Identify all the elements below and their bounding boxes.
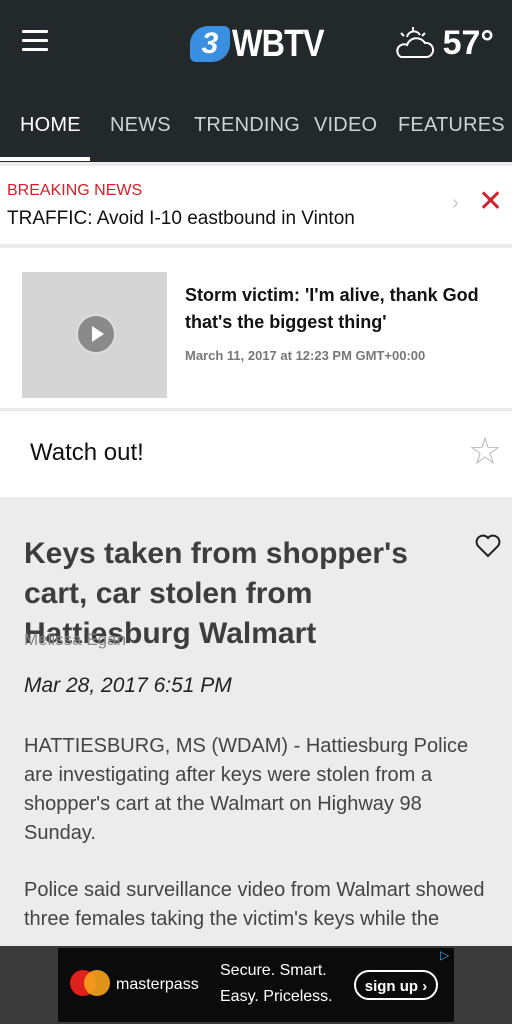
watch-out-bar: Watch out! ☆ xyxy=(0,410,512,497)
adchoices-icon[interactable]: ▷ xyxy=(440,948,456,964)
ad-tagline: Easy. Priceless. xyxy=(220,988,333,1005)
ad-banner[interactable]: masterpass Secure. Smart. Easy. Priceles… xyxy=(0,946,512,1024)
nav-tabs: HOME NEWS TRENDING VIDEO FEATURES xyxy=(0,100,512,162)
ad-content[interactable]: masterpass Secure. Smart. Easy. Priceles… xyxy=(58,948,454,1022)
chevron-right-icon[interactable]: › xyxy=(452,192,459,215)
close-icon[interactable]: ✕ xyxy=(478,184,503,219)
video-thumbnail[interactable] xyxy=(22,272,167,398)
star-icon[interactable]: ☆ xyxy=(468,433,502,471)
video-story-card[interactable]: Storm victim: 'I'm alive, thank God that… xyxy=(0,248,512,408)
heart-icon[interactable] xyxy=(474,532,502,560)
temperature: 57° xyxy=(442,24,494,62)
logo[interactable]: 3 WBTV xyxy=(190,22,340,66)
logo-mark: 3 xyxy=(190,26,230,62)
tab-home[interactable]: HOME xyxy=(20,114,81,137)
story-date: March 11, 2017 at 12:23 PM GMT+00:00 xyxy=(185,348,426,363)
article-paragraph: Police said surveillance video from Walm… xyxy=(24,879,485,930)
tab-news[interactable]: NEWS xyxy=(110,114,171,137)
masterpass-logo-icon xyxy=(70,970,110,998)
app-header: 3 WBTV 57° HOME NEWS TRENDING VIDEO FEAT… xyxy=(0,0,512,162)
story-title[interactable]: Storm victim: 'I'm alive, thank God that… xyxy=(185,282,485,336)
watch-label: Watch out! xyxy=(30,439,144,466)
article-date: Mar 28, 2017 6:51 PM xyxy=(24,674,232,697)
ad-brand: masterpass xyxy=(116,976,199,993)
tab-trending[interactable]: TRENDING xyxy=(194,114,300,137)
sign-up-button[interactable]: sign up › xyxy=(354,970,438,1000)
play-icon[interactable] xyxy=(76,314,116,354)
breaking-news-banner[interactable]: BREAKING NEWS TRAFFIC: Avoid I-10 eastbo… xyxy=(0,166,512,244)
weather-widget[interactable]: 57° xyxy=(393,24,494,63)
active-tab-indicator xyxy=(0,157,90,161)
breaking-label: BREAKING NEWS xyxy=(7,182,143,199)
breaking-text[interactable]: TRAFFIC: Avoid I-10 eastbound in Vinton xyxy=(7,208,355,230)
article-author[interactable]: Melissa Egan xyxy=(24,630,126,650)
menu-icon[interactable] xyxy=(22,30,48,54)
ad-tagline: Secure. Smart. xyxy=(220,962,327,979)
tab-video[interactable]: VIDEO xyxy=(314,114,377,137)
article-paragraph: HATTIESBURG, MS (WDAM) - Hattiesburg Pol… xyxy=(24,735,469,844)
tab-features[interactable]: FEATURES xyxy=(398,114,505,137)
article: Keys taken from shopper's cart, car stol… xyxy=(0,500,512,946)
partly-cloudy-icon xyxy=(395,26,434,58)
logo-text: WBTV xyxy=(232,22,325,65)
